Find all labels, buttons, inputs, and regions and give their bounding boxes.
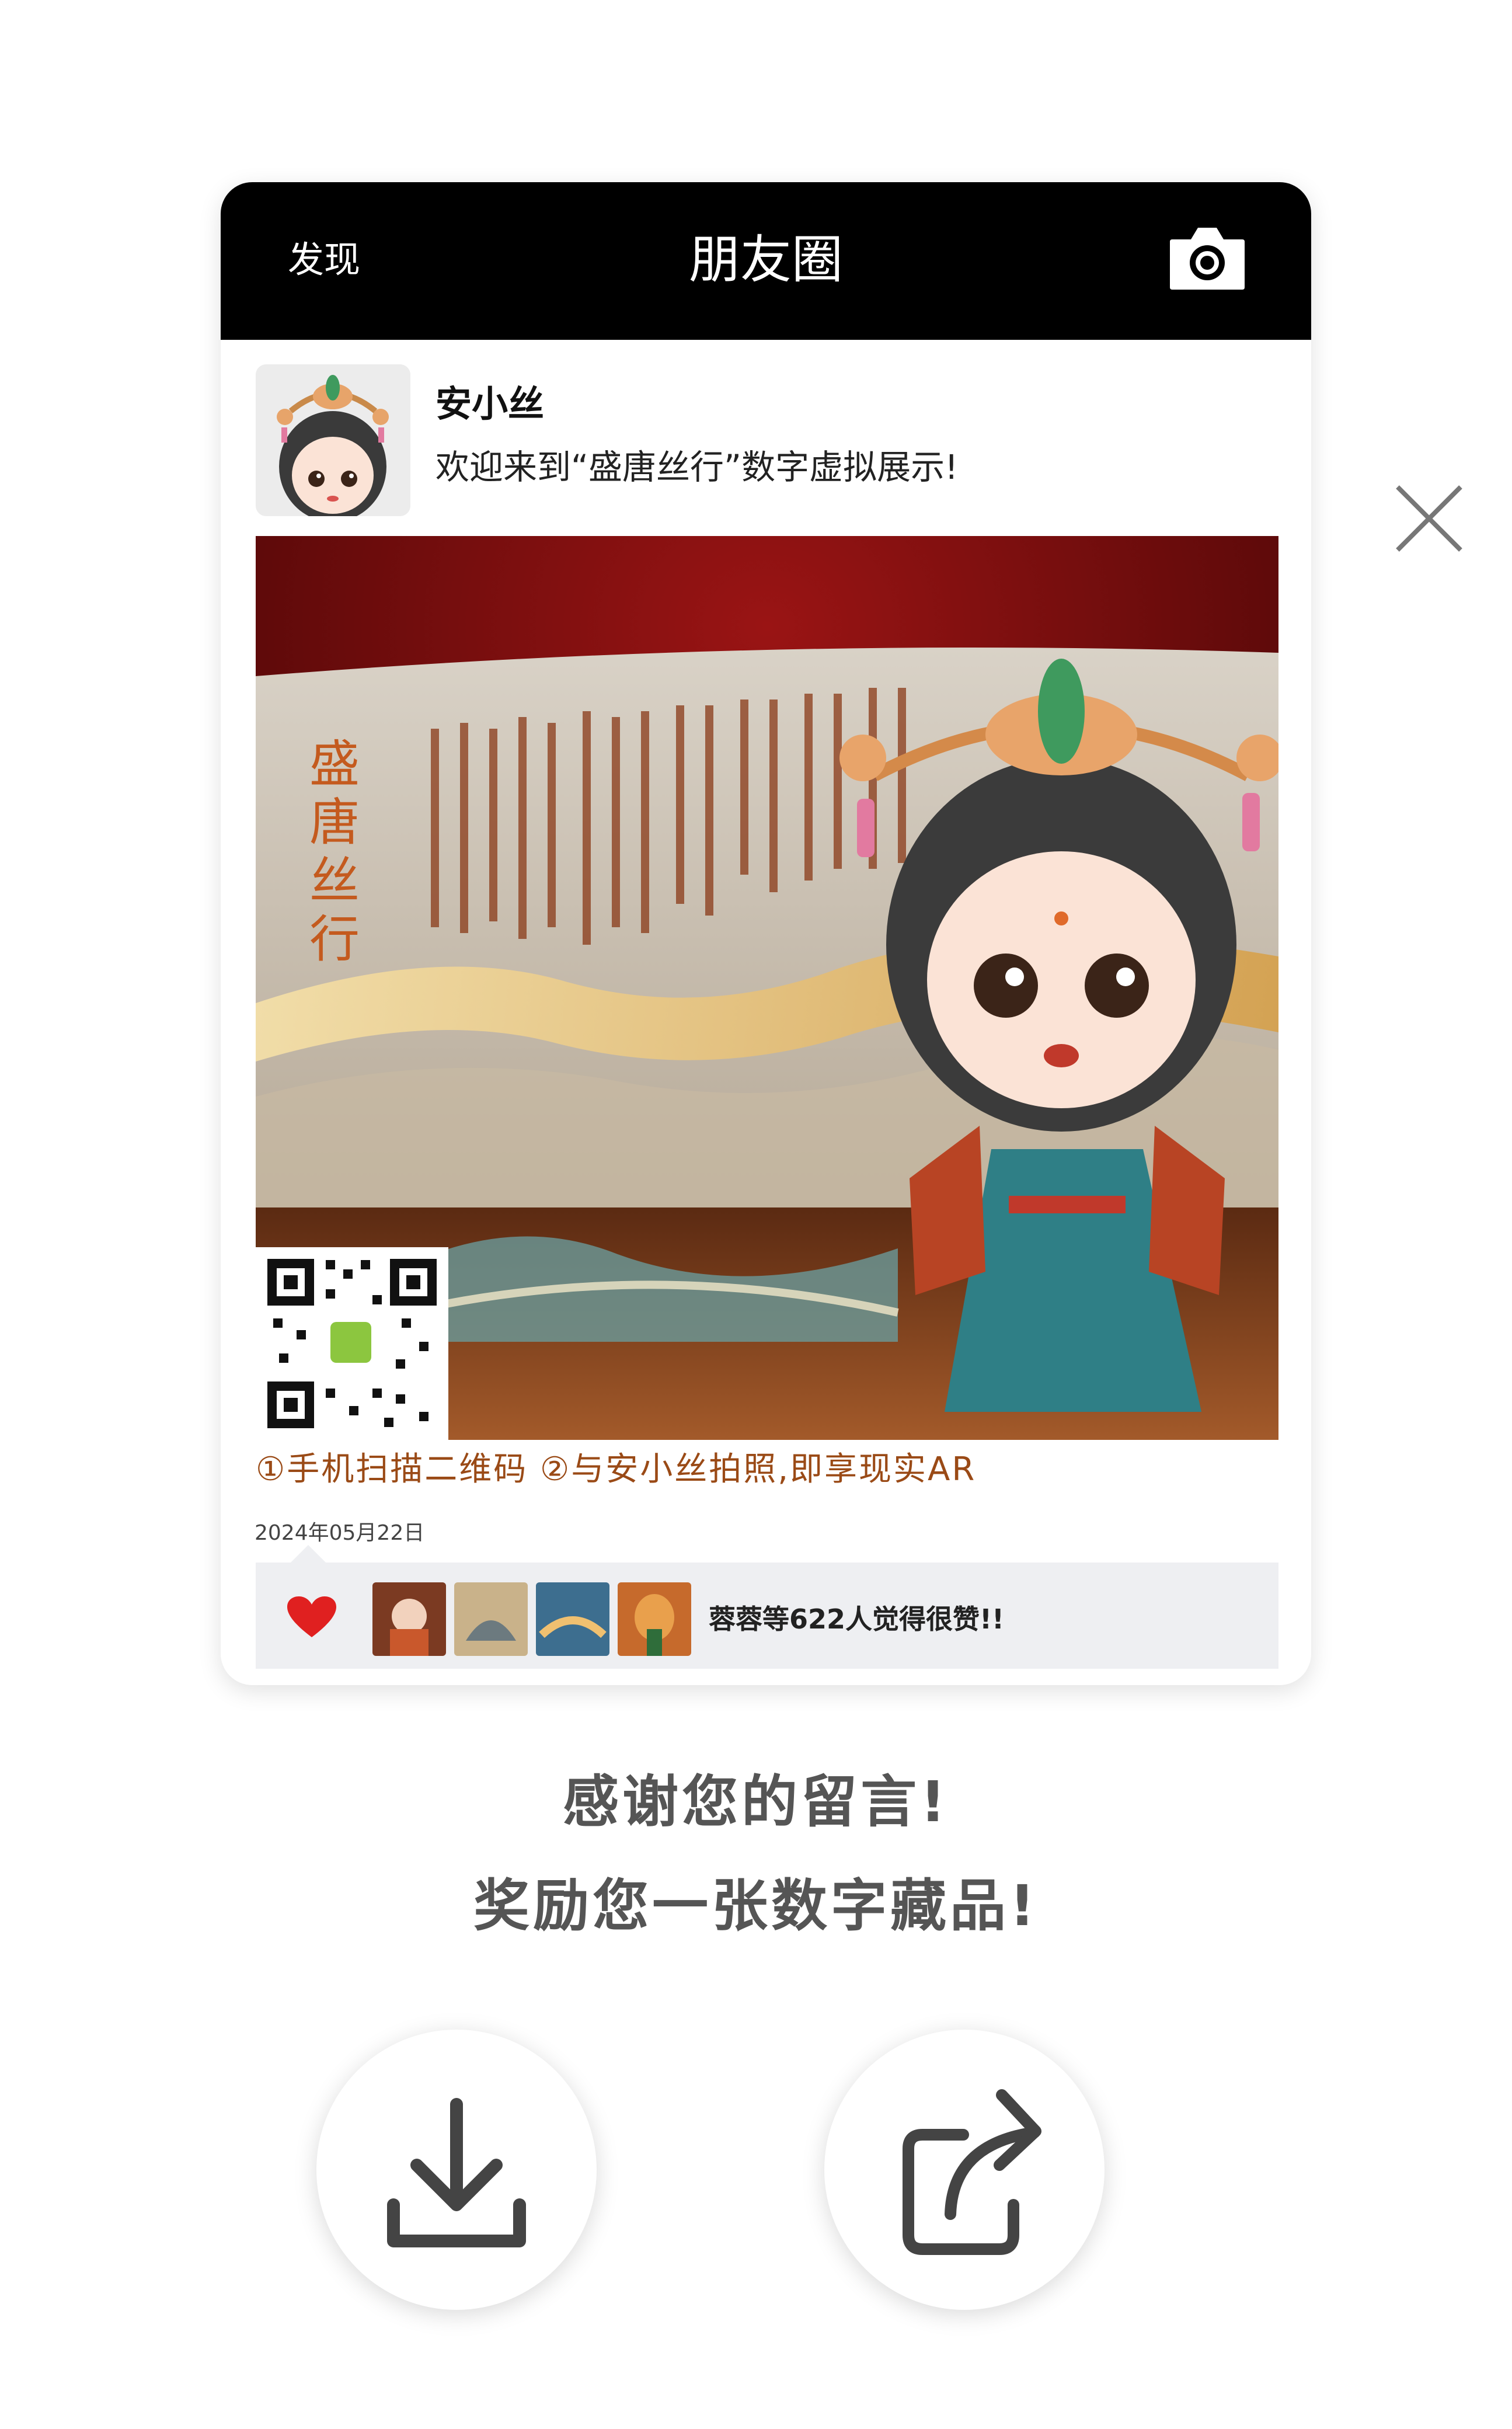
- reward-message: 奖励您一张数字藏品!: [473, 1873, 1039, 1939]
- thanks-message: 感谢您的留言!: [563, 1769, 949, 1835]
- moments-topbar: 发现 朋友圈: [221, 182, 1311, 340]
- like-avatar[interactable]: [454, 1582, 528, 1656]
- page-title: 朋友圈: [688, 229, 843, 290]
- banner-char-4: 行: [309, 910, 360, 969]
- share-button[interactable]: [824, 2030, 1105, 2310]
- heart-icon[interactable]: [287, 1596, 336, 1638]
- post-text: 欢迎来到“盛唐丝行”数字虚拟展示!: [436, 447, 959, 487]
- likes-text: 蓉蓉等622人觉得很赞!!: [709, 1603, 1004, 1635]
- post-image[interactable]: 盛 唐 丝 行: [256, 536, 1278, 1440]
- share-icon: [903, 2089, 1041, 2255]
- likes-bar: 蓉蓉等622人觉得很赞!!: [256, 1545, 1278, 1669]
- download-button[interactable]: [316, 2030, 597, 2310]
- like-avatar[interactable]: [618, 1582, 691, 1656]
- banner-char-2: 唐: [309, 794, 360, 852]
- banner-char-3: 丝: [309, 852, 360, 910]
- post-date: 2024年05月22日: [255, 1521, 425, 1545]
- post-caption: ①手机扫描二维码 ②与安小丝拍照,即享现实AR: [256, 1450, 977, 1488]
- moments-card: 发现 朋友圈 安小丝 欢迎来到“盛唐丝行”数字虚拟展示! 盛 唐 丝 行 ①手机…: [221, 182, 1311, 1685]
- like-avatar[interactable]: [536, 1582, 609, 1656]
- author-avatar[interactable]: [256, 364, 410, 516]
- qr-code-icon: [330, 1322, 371, 1363]
- camera-icon[interactable]: [1168, 223, 1247, 292]
- like-avatar[interactable]: [372, 1582, 446, 1656]
- banner-char-1: 盛: [309, 735, 360, 794]
- download-icon: [387, 2098, 526, 2247]
- author-name[interactable]: 安小丝: [436, 381, 544, 427]
- close-icon[interactable]: [1393, 482, 1465, 555]
